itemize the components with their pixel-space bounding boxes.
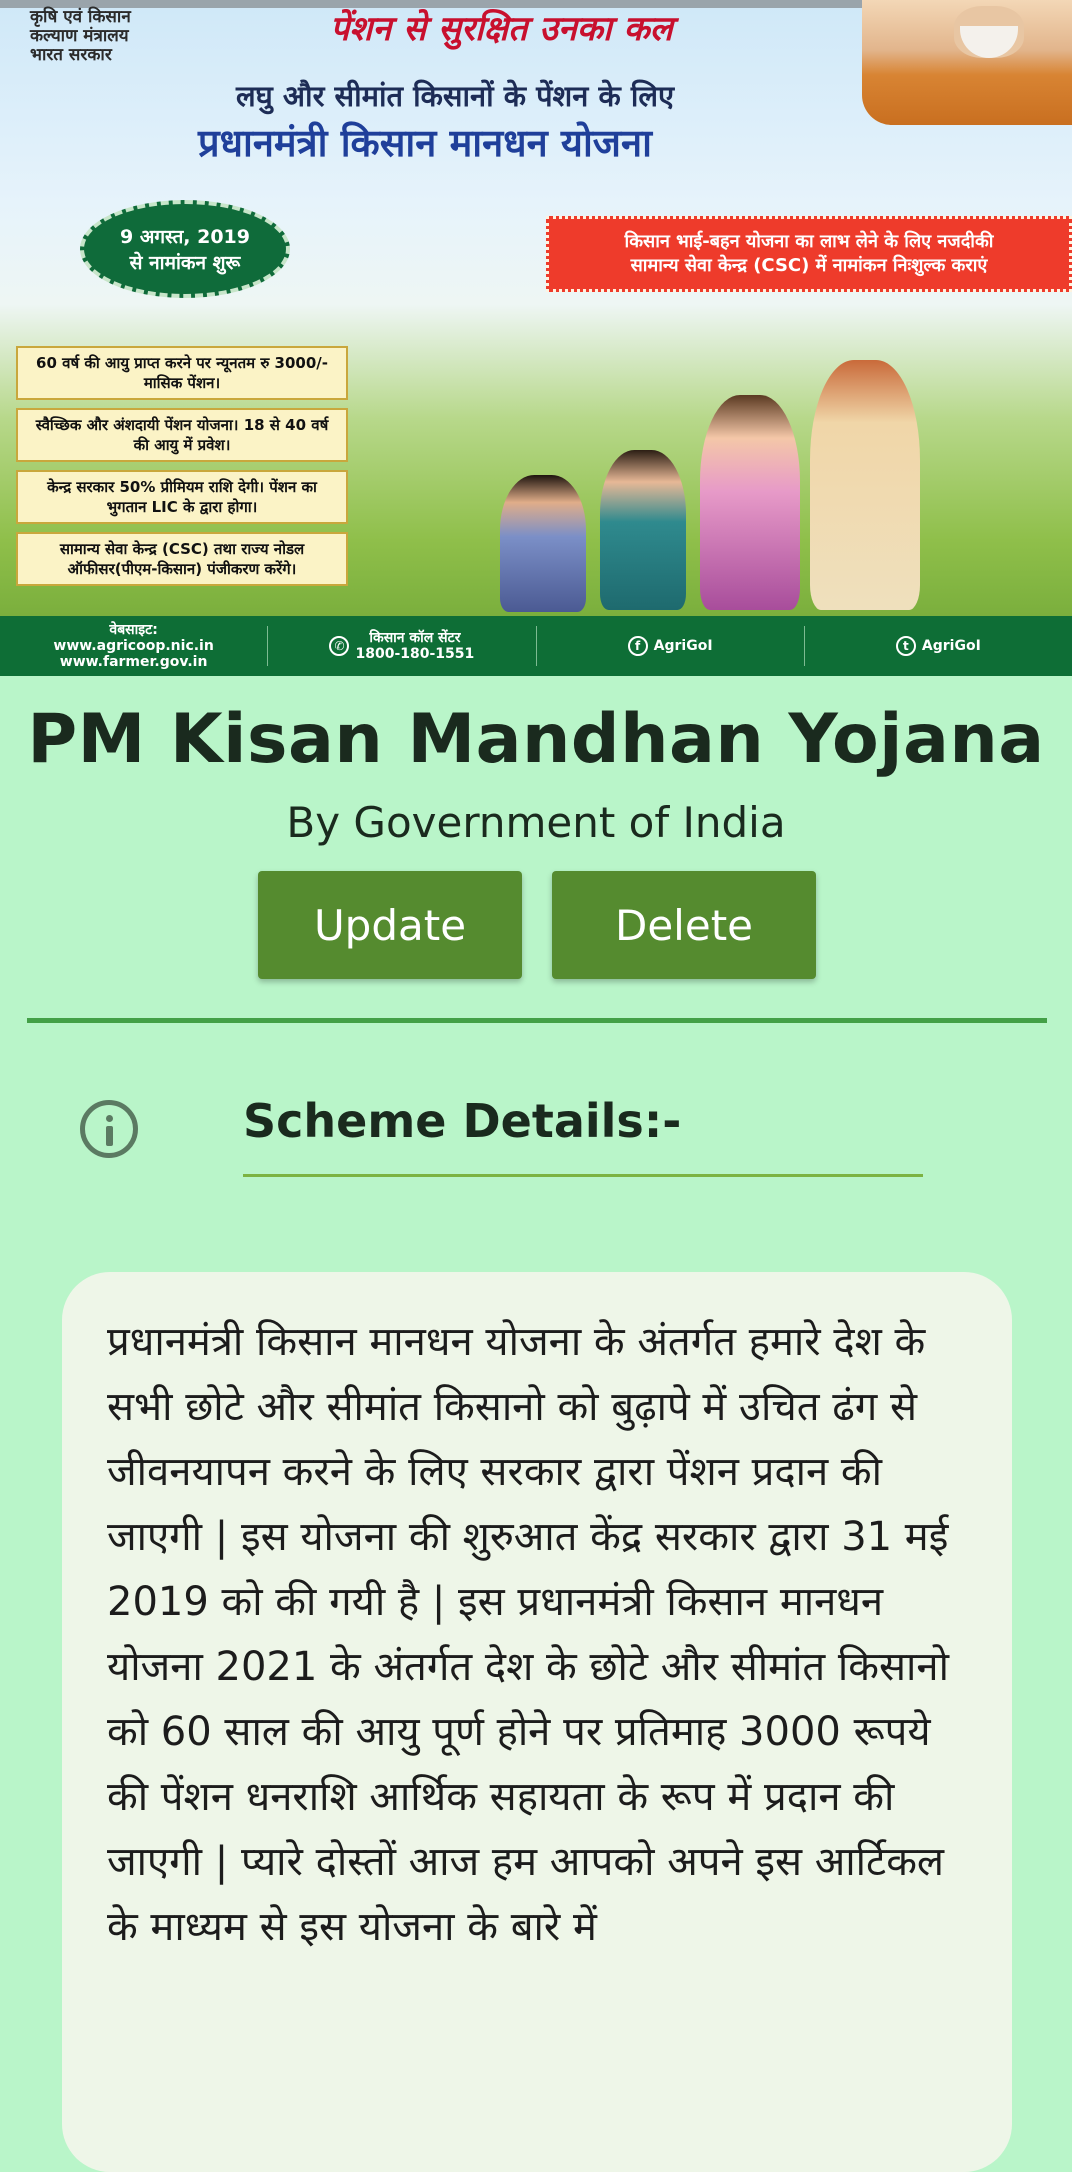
feature-list: 60 वर्ष की आयु प्राप्त करने पर न्यूनतम र… (16, 346, 348, 594)
scheme-details-text: प्रधानमंत्री किसान मानधन योजना के अंतर्ग… (107, 1319, 949, 1950)
ministry-logo-text: कृषि एवं किसान कल्याण मंत्रालय भारत सरका… (30, 8, 180, 65)
scheme-subtitle: By Government of India (286, 798, 786, 847)
banner-subheading: लघु और सीमांत किसानों के पेंशन के लिए (236, 79, 675, 113)
update-button[interactable]: Update (258, 871, 522, 979)
footer-facebook: f AgriGoI (537, 626, 805, 666)
csc-line: सामान्य सेवा केन्द्र (CSC) में नामांकन न… (630, 255, 988, 276)
call-center-label: किसान कॉल सेंटर (369, 630, 461, 646)
divider (27, 1018, 1047, 1023)
footer-twitter: t AgriGoI (805, 626, 1072, 666)
info-icon (80, 1100, 138, 1158)
ministry-line: कल्याण मंत्रालय (30, 26, 129, 46)
details-card: प्रधानमंत्री किसान मानधन योजना के अंतर्ग… (62, 1272, 1012, 2172)
scheme-banner-image: कृषि एवं किसान कल्याण मंत्रालय भारत सरका… (0, 0, 1072, 676)
banner-tagline: पेंशन से सुरक्षित उनका कल (330, 9, 673, 49)
twitter-icon: t (895, 636, 916, 656)
seal-date: 9 अगस्त, 2019 (120, 226, 250, 248)
feature-item: केन्द्र सरकार 50% प्रीमियम राशि देगी। पे… (16, 470, 348, 524)
scheme-title: PM Kisan Mandhan Yojana (27, 700, 1045, 779)
banner-footer: वेबसाइट: www.agricoop.nic.in www.farmer.… (0, 616, 1072, 676)
phone-icon: ✆ (329, 636, 350, 656)
section-title: Scheme Details:- (243, 1094, 682, 1148)
delete-button[interactable]: Delete (552, 871, 816, 979)
website-url: www.farmer.gov.in (59, 654, 208, 670)
seal-caption: से नामांकन शुरू (129, 252, 241, 274)
footer-website: वेबसाइट: www.agricoop.nic.in www.farmer.… (0, 622, 269, 670)
csc-enrollment-strip: किसान भाई-बहन योजना का लाभ लेने के लिए न… (546, 216, 1072, 292)
website-label: वेबसाइट: (109, 622, 158, 638)
farmer-man (810, 360, 920, 610)
section-underline (243, 1174, 923, 1177)
feature-item: 60 वर्ष की आयु प्राप्त करने पर न्यूनतम र… (16, 346, 348, 400)
ministry-line: कृषि एवं किसान (30, 7, 131, 27)
farmer-girl (600, 450, 686, 610)
farmer-family-illustration (370, 350, 1070, 612)
leader-portrait (862, 0, 1072, 125)
csc-line: किसान भाई-बहन योजना का लाभ लेने के लिए न… (624, 231, 994, 252)
twitter-handle: AgriGoI (921, 638, 981, 654)
call-center-number: 1800-180-1551 (355, 646, 475, 662)
farmer-woman (700, 395, 800, 610)
website-url: www.agricoop.nic.in (53, 638, 214, 654)
farmer-boy (500, 475, 586, 612)
facebook-icon: f (627, 636, 648, 656)
ministry-line: भारत सरकार (30, 45, 112, 65)
feature-item: सामान्य सेवा केन्द्र (CSC) तथा राज्य नोड… (16, 532, 348, 586)
feature-item: स्वैच्छिक और अंशदायी पेंशन योजना। 18 से … (16, 408, 348, 462)
facebook-handle: AgriGoI (653, 638, 713, 654)
footer-call-center: ✆ किसान कॉल सेंटर 1800-180-1551 (268, 626, 537, 666)
enrollment-date-seal: 9 अगस्त, 2019 से नामांकन शुरू (80, 200, 290, 298)
banner-scheme-name: प्रधानमंत्री किसान मानधन योजना (198, 121, 652, 165)
